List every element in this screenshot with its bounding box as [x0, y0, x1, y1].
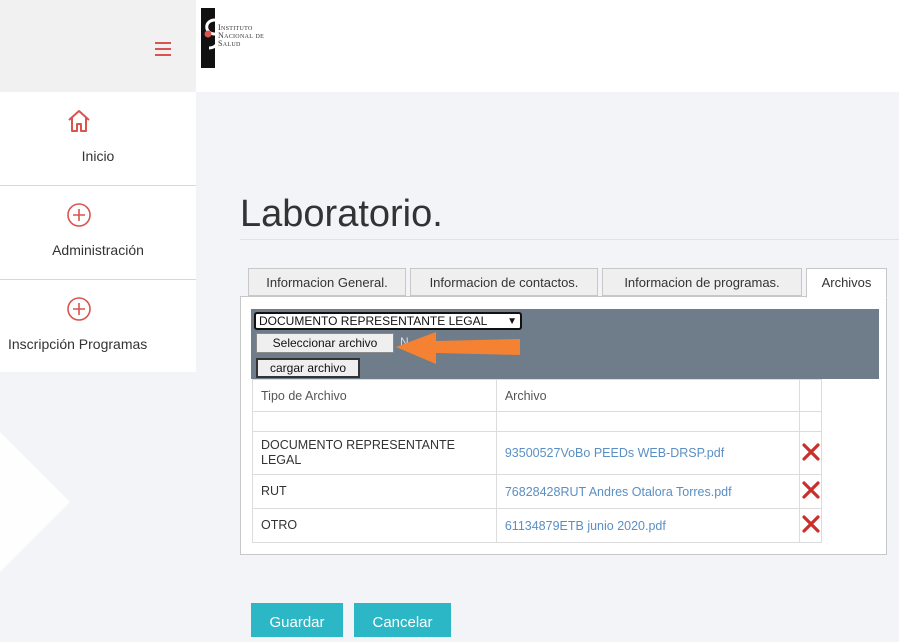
file-link[interactable]: 61134879ETB junio 2020.pdf [495, 508, 801, 543]
save-button[interactable]: Guardar [251, 603, 343, 637]
ins-logo: Instituto Nacional de Salud [198, 8, 298, 68]
upload-file-button[interactable]: cargar archivo [256, 358, 360, 378]
cell-tipo: RUT [252, 474, 497, 509]
tab-informacion-contactos[interactable]: Informacion de contactos. [410, 268, 598, 296]
logo-line-3: Salud [218, 39, 241, 48]
delete-x-icon[interactable] [802, 515, 820, 533]
column-header-archivo: Archivo [495, 379, 801, 412]
select-value: DOCUMENTO REPRESENTANTE LEGAL [259, 314, 488, 328]
file-type-select[interactable]: DOCUMENTO REPRESENTANTE LEGAL ▼ [254, 312, 522, 330]
cell-tipo: DOCUMENTO REPRESENTANTE LEGAL [252, 431, 497, 475]
sidebar-item-label: Inscripción Programas [8, 336, 148, 352]
file-link[interactable]: 76828428RUT Andres Otalora Torres.pdf [495, 474, 801, 509]
chevron-down-icon: ▼ [507, 316, 517, 327]
sidebar-item-label: Inicio [81, 148, 115, 164]
sidebar-header [0, 0, 196, 92]
table-header: Tipo de Archivo Archivo [252, 379, 822, 412]
delete-cell [799, 508, 822, 543]
arrow-annotation-icon [396, 332, 520, 364]
select-file-button[interactable]: Seleccionar archivo [256, 333, 394, 353]
tab-informacion-general[interactable]: Informacion General. [248, 268, 406, 296]
delete-cell [799, 474, 822, 509]
delete-x-icon[interactable] [802, 442, 820, 461]
sidebar-background [0, 372, 196, 637]
logo-text: Instituto Nacional de Salud [218, 24, 264, 48]
decorative-shape [0, 432, 70, 572]
column-header-actions [799, 379, 822, 412]
delete-x-icon[interactable] [802, 481, 820, 499]
table-row-empty [252, 411, 822, 432]
delete-cell [799, 431, 822, 475]
title-divider [240, 239, 899, 240]
plus-circle-icon [67, 297, 91, 321]
tab-informacion-programas[interactable]: Informacion de programas. [602, 268, 802, 296]
sidebar-item-inicio[interactable]: Inicio [0, 92, 196, 186]
sidebar: Inicio Administración Inscripción Progra… [0, 92, 196, 372]
table-row: OTRO 61134879ETB junio 2020.pdf [252, 508, 822, 543]
table-row: DOCUMENTO REPRESENTANTE LEGAL 93500527Vo… [252, 431, 822, 475]
sidebar-item-inscripcion-programas[interactable]: Inscripción Programas [0, 280, 196, 373]
sidebar-item-administracion[interactable]: Administración [0, 186, 196, 280]
files-table: Tipo de Archivo Archivo DOCUMENTO REPRES… [252, 379, 822, 543]
hamburger-menu-icon[interactable] [151, 38, 175, 58]
top-header: Instituto Nacional de Salud [0, 0, 899, 92]
logo-mark-icon [201, 8, 218, 68]
column-header-tipo: Tipo de Archivo [252, 379, 497, 412]
page-title: Laboratorio. [240, 193, 443, 236]
cancel-button[interactable]: Cancelar [354, 603, 451, 637]
table-row: RUT 76828428RUT Andres Otalora Torres.pd… [252, 474, 822, 509]
sidebar-item-label: Administración [52, 242, 144, 258]
home-icon [68, 110, 90, 132]
plus-circle-icon [67, 203, 91, 227]
tab-archivos[interactable]: Archivos [806, 268, 887, 298]
cell-tipo: OTRO [252, 508, 497, 543]
file-link[interactable]: 93500527VoBo PEEDs WEB-DRSP.pdf [495, 431, 801, 475]
